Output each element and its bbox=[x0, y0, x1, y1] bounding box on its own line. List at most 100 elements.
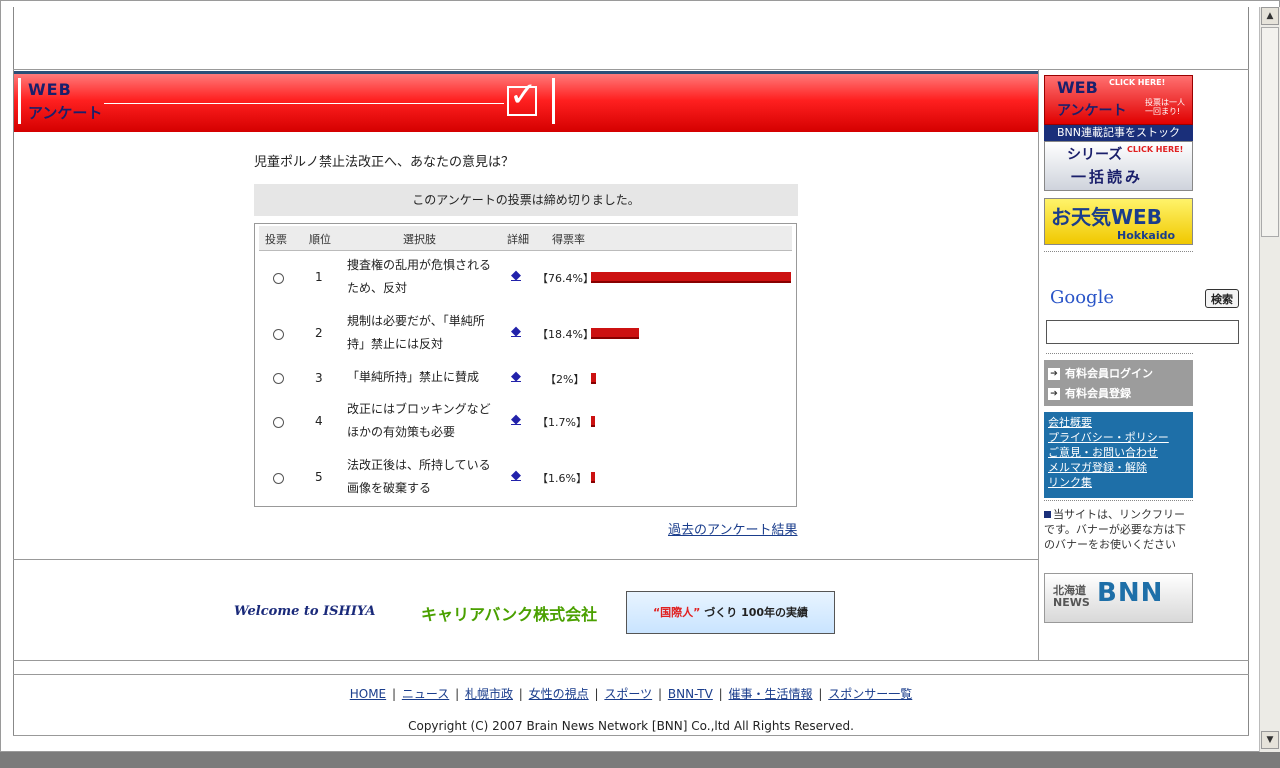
vote-radio[interactable] bbox=[273, 417, 284, 428]
arrow-right-icon: ➔ bbox=[1048, 388, 1060, 400]
sidebar-dotted-divider bbox=[1044, 500, 1193, 501]
series-click: CLICK HERE! bbox=[1127, 145, 1184, 154]
poll-row: 4 改正にはブロッキングなどほかの有効策も必要 ◆ 【1.7%】 bbox=[255, 398, 796, 448]
row-percent: 【2%】 bbox=[545, 373, 585, 386]
browser-viewport: WEB アンケート ✓ 児童ポルノ禁止法改正へ、あなたの意見は？ このアンケート… bbox=[0, 0, 1280, 753]
footer-link-news[interactable]: ニュース bbox=[402, 687, 449, 701]
divider-top bbox=[13, 69, 1249, 70]
scroll-up-icon[interactable]: ▲ bbox=[1261, 7, 1279, 25]
member-login-link[interactable]: ➔ 有料会員ログイン bbox=[1048, 365, 1153, 381]
row-bar bbox=[591, 373, 596, 384]
tenki-sub: Hokkaido bbox=[1117, 229, 1176, 242]
link-free-text: 当サイトは、リンクフリーです。バナーが必要な方は下のバナーをお使いください bbox=[1044, 508, 1186, 551]
bnn-stock-label[interactable]: BNN連載記事をストック bbox=[1044, 125, 1193, 141]
scroll-down-icon[interactable]: ▼ bbox=[1261, 731, 1279, 749]
footer-link-sports[interactable]: スポーツ bbox=[604, 687, 652, 701]
vote-radio[interactable] bbox=[273, 473, 284, 484]
info-link-privacy[interactable]: プライバシー・ポリシー bbox=[1048, 430, 1189, 445]
header-rate: 得票率 bbox=[552, 233, 585, 246]
tenki-web-banner[interactable]: お天気WEB Hokkaido bbox=[1044, 198, 1193, 245]
detail-icon[interactable]: ◆ bbox=[511, 268, 521, 283]
divider-bottom bbox=[13, 735, 1249, 736]
tenki-title: お天気WEB bbox=[1051, 205, 1162, 229]
row-percent: 【1.7%】 bbox=[537, 416, 587, 429]
footer-separator: | bbox=[718, 687, 723, 701]
footer-link-events[interactable]: 催事・生活情報 bbox=[729, 687, 813, 701]
detail-icon[interactable]: ◆ bbox=[511, 468, 521, 483]
check-icon: ✓ bbox=[509, 75, 538, 115]
footer-separator: | bbox=[657, 687, 663, 701]
info-links: 会社概要 プライバシー・ポリシー ご意見・お問い合わせ メルマガ登録・解除 リン… bbox=[1044, 412, 1193, 498]
footer-link-sponsors[interactable]: スポンサー一覧 bbox=[828, 687, 912, 701]
detail-icon[interactable]: ◆ bbox=[511, 412, 521, 427]
info-link-mailmag[interactable]: メルマガ登録・解除 bbox=[1048, 460, 1189, 475]
footer-link-women[interactable]: 女性の視点 bbox=[529, 687, 589, 701]
sidebar-dotted-divider bbox=[1044, 251, 1193, 252]
side-web-once: 投票は一人一回まり! bbox=[1145, 98, 1185, 116]
poll-row: 5 法改正後は、所持している画像を破棄する ◆ 【1.6%】 bbox=[255, 454, 796, 504]
row-percent: 【18.4%】 bbox=[537, 328, 594, 341]
google-logo: Google bbox=[1050, 287, 1114, 308]
career-bank-ad[interactable]: キャリアバンク株式会社 bbox=[421, 601, 597, 625]
detail-icon[interactable]: ◆ bbox=[511, 369, 521, 384]
divider-ads-bottom bbox=[13, 660, 1249, 661]
search-input[interactable] bbox=[1046, 320, 1239, 344]
poll-question: 児童ポルノ禁止法改正へ、あなたの意見は？ bbox=[254, 155, 515, 170]
kokusai-ad-text: づくり 100年の実績 bbox=[704, 606, 809, 619]
row-percent: 【1.6%】 bbox=[537, 472, 587, 485]
row-percent: 【76.4%】 bbox=[537, 272, 594, 285]
side-web-enquete-banner[interactable]: WEB アンケート CLICK HERE! 投票は一人一回まり! bbox=[1044, 75, 1193, 125]
copyright: Copyright (C) 2007 Brain News Network [B… bbox=[408, 719, 854, 733]
info-link-links[interactable]: リンク集 bbox=[1048, 475, 1189, 490]
search-button[interactable]: 検索 bbox=[1205, 289, 1239, 308]
row-rank: 1 bbox=[315, 270, 323, 284]
banner-bar-right bbox=[552, 78, 555, 124]
row-rank: 3 bbox=[315, 371, 323, 385]
row-bar bbox=[591, 472, 595, 483]
ishiya-ad[interactable]: Welcome to ISHIYA bbox=[234, 604, 375, 619]
row-rank: 5 bbox=[315, 470, 323, 484]
poll-row: 2 規制は必要だが、「単純所持」禁止には反対 ◆ 【18.4%】 bbox=[255, 310, 796, 360]
kokusai-ad-highlight: “国際人” bbox=[652, 606, 701, 619]
footer-separator: | bbox=[455, 687, 460, 701]
member-register-label: 有料会員登録 bbox=[1065, 387, 1131, 400]
member-login-label: 有料会員ログイン bbox=[1065, 367, 1153, 380]
member-register-link[interactable]: ➔ 有料会員登録 bbox=[1048, 385, 1131, 401]
banner-bar-left bbox=[18, 78, 21, 124]
bnn-banner[interactable]: 北海道 NEWS BNN bbox=[1044, 573, 1193, 623]
poll-table-header: 投票 順位 選択肢 詳細 得票率 bbox=[259, 226, 792, 251]
vertical-scrollbar[interactable]: ▲ ▼ bbox=[1259, 7, 1280, 753]
info-link-contact[interactable]: ご意見・お問い合わせ bbox=[1048, 445, 1189, 460]
row-bar bbox=[591, 416, 595, 427]
footer-link-home[interactable]: HOME bbox=[350, 687, 386, 701]
detail-icon[interactable]: ◆ bbox=[511, 324, 521, 339]
kokusai-ad[interactable]: “国際人” づくり 100年の実績 bbox=[626, 591, 835, 634]
row-option: 捜査権の乱用が危惧されるため、反対 bbox=[347, 258, 492, 295]
divider-footer bbox=[13, 674, 1249, 675]
row-option: 法改正後は、所持している画像を破棄する bbox=[347, 458, 491, 495]
banner-line bbox=[104, 103, 504, 104]
footer-separator: | bbox=[518, 687, 523, 701]
poll-row: 3 「単純所持」禁止に賛成 ◆ 【2%】 bbox=[255, 366, 796, 390]
vote-radio[interactable] bbox=[273, 373, 284, 384]
vote-radio[interactable] bbox=[273, 273, 284, 284]
google-logo-text: Google bbox=[1050, 287, 1114, 308]
divider-sidebar bbox=[1038, 69, 1039, 661]
banner-logo-web: WEB bbox=[28, 80, 72, 99]
footer-link-sapporo[interactable]: 札幌市政 bbox=[465, 687, 513, 701]
vote-radio[interactable] bbox=[273, 329, 284, 340]
scroll-thumb[interactable] bbox=[1261, 27, 1279, 237]
side-web-subtitle: アンケート bbox=[1057, 103, 1127, 119]
series-banner[interactable]: シリーズ CLICK HERE! 一括読み bbox=[1044, 141, 1193, 191]
row-rank: 2 bbox=[315, 326, 323, 340]
footer-link-bnn-tv[interactable]: BNN-TV bbox=[668, 687, 713, 701]
side-web-title: WEB bbox=[1057, 78, 1098, 97]
row-option: 「単純所持」禁止に賛成 bbox=[347, 370, 480, 384]
info-link-company[interactable]: 会社概要 bbox=[1048, 415, 1189, 430]
row-option: 改正にはブロッキングなどほかの有効策も必要 bbox=[347, 402, 491, 439]
series-subtitle: 一括読み bbox=[1071, 168, 1144, 186]
past-results-link[interactable]: 過去のアンケート結果 bbox=[668, 519, 797, 538]
header-vote: 投票 bbox=[265, 233, 287, 246]
status-bar bbox=[0, 752, 1280, 768]
frame-border-right bbox=[1248, 7, 1249, 735]
